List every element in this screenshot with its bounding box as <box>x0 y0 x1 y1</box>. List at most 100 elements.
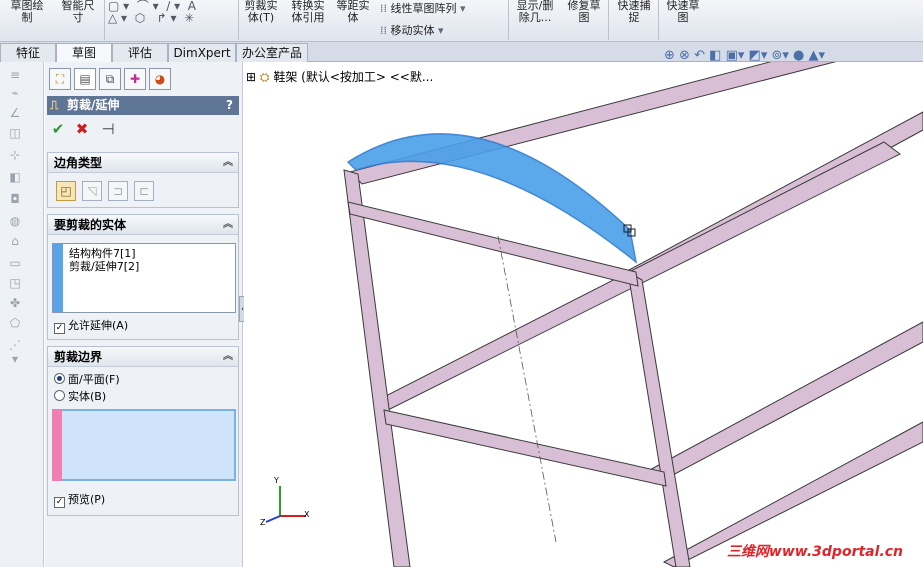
end-trim-button[interactable]: ◰ <box>56 181 76 201</box>
feature-manager-tab-icon[interactable]: ⛶ <box>49 68 71 90</box>
list-item[interactable]: 结构构件7[1] <box>69 247 136 260</box>
hide-show-icon[interactable]: ⊚▾ <box>771 48 788 63</box>
linear-pattern-icon: ⁞⁞ <box>380 2 391 15</box>
sketch-tool-icon[interactable]: ◳ <box>8 276 22 290</box>
dropdown-icon: ▾ <box>456 2 466 15</box>
sketch-tool-icon[interactable]: ◍ <box>8 214 22 228</box>
collapse-chevron-icon[interactable]: ︽ <box>223 347 233 367</box>
rapid-sketch-button[interactable]: 快速草 图 <box>662 0 704 24</box>
tab-features-label: 特征 <box>15 46 40 60</box>
tab-evaluate[interactable]: 评估 <box>112 43 168 62</box>
convert-entities-label: 转换实 体引用 <box>291 0 325 24</box>
appearance-icon[interactable]: ● <box>793 48 804 63</box>
bodies-to-trim-group: 要剪裁的实体 ︽ 结构构件7[1] 剪裁/延伸7[2] ✓ 允许延伸(A) <box>47 214 239 340</box>
sketch-tool-icon[interactable]: ≡ <box>8 68 22 82</box>
display-style-icon[interactable]: ◩▾ <box>749 48 768 63</box>
sketch-tool-icon[interactable]: ✤ <box>8 296 22 310</box>
ok-button[interactable]: ✔ <box>49 120 67 138</box>
sketch-tool-icon[interactable]: ⊹ <box>8 148 22 162</box>
corner-type-heading: 边角类型 <box>54 156 103 170</box>
sketch-tools-icons[interactable]: ▢ ▾ ⌒ ▾ ∕ ▾ A △ ▾ ⬡ ↱ ▾ ✳ <box>108 0 238 24</box>
end-butt1-button[interactable]: ⊐ <box>108 181 128 201</box>
checkbox-box[interactable]: ✓ <box>54 497 65 508</box>
command-manager-ribbon: 草图绘 制 智能尺 寸 ▢ ▾ ⌒ ▾ ∕ ▾ A △ ▾ ⬡ ↱ ▾ ✳ 剪裁… <box>0 0 923 42</box>
trim-label: 剪裁实 体(T) <box>244 0 278 24</box>
move-entities-button[interactable]: ⁞⁞ 移动实体 ▾ <box>380 22 444 38</box>
smart-dimension-button[interactable]: 智能尺 寸 <box>56 0 100 24</box>
model-view[interactable] <box>244 62 923 567</box>
tab-evaluate-label: 评估 <box>127 46 152 60</box>
sketch-button[interactable]: 草图绘 制 <box>8 0 46 24</box>
face-plane-radio[interactable]: 面/平面(F) <box>54 373 120 387</box>
radio-button[interactable] <box>54 373 65 384</box>
expand-icon[interactable]: ⊞ <box>246 70 256 84</box>
body-radio[interactable]: 实体(B) <box>54 390 106 404</box>
sketch-tool-icon[interactable]: ▭ <box>8 256 22 270</box>
front-left-post <box>343 169 411 567</box>
trim-boundary-header[interactable]: 剪裁边界 ︽ <box>48 347 238 367</box>
repair-sketch-button[interactable]: 修复草 图 <box>562 0 606 24</box>
trim-boundary-heading: 剪裁边界 <box>54 350 103 364</box>
sketch-tool-icon[interactable]: ∠ <box>8 106 22 120</box>
polygon-icon[interactable]: △ ▾ ⬡ ↱ ▾ ✳ <box>108 12 238 24</box>
more-tools-icon[interactable]: ⋰ ▾ <box>8 338 22 366</box>
display-manager-tab-icon[interactable]: ◕ <box>149 68 171 90</box>
scene-icon[interactable]: ▲▾ <box>809 48 826 63</box>
help-icon[interactable]: ? <box>226 96 233 115</box>
body-label: 实体(B) <box>68 390 107 403</box>
bodies-to-trim-header[interactable]: 要剪裁的实体 ︽ <box>48 215 238 235</box>
allow-extension-checkbox[interactable]: ✓ 允许延伸(A) <box>54 319 129 334</box>
tab-features[interactable]: 特征 <box>0 43 56 62</box>
feature-tree-root[interactable]: ⊞ ⛭ 鞋架 (默认<按加工> <<默... <box>246 68 433 85</box>
front-mid-cross <box>383 409 667 487</box>
preview-checkbox[interactable]: ✓ 预览(P) <box>54 493 105 508</box>
checkbox-box[interactable]: ✓ <box>54 323 65 334</box>
sketch-tool-icon[interactable]: ⌁ <box>8 86 22 100</box>
corner-type-header[interactable]: 边角类型 ︽ <box>48 153 238 173</box>
boundary-selection-box[interactable] <box>52 409 236 481</box>
view-orientation-icon[interactable]: ▣▾ <box>726 48 745 63</box>
move-entities-label: 移动实体 <box>390 24 435 37</box>
watermark-text: 三维网www.3dportal.cn <box>726 544 903 560</box>
dimxpert-manager-tab-icon[interactable]: ✚ <box>124 68 146 90</box>
face-plane-label: 面/平面(F) <box>68 373 120 386</box>
triad-z-label: Z <box>260 518 266 527</box>
zoom-to-fit-icon[interactable]: ⊕ <box>664 48 675 63</box>
triad-y-label: Y <box>274 476 279 485</box>
property-manager-tab-icon[interactable]: ▤ <box>74 68 96 90</box>
cancel-button[interactable]: ✖ <box>73 120 91 138</box>
section-view-icon[interactable]: ◧ <box>709 48 721 63</box>
sketch-tool-icon[interactable]: ⬠ <box>8 316 22 330</box>
tab-dimxpert[interactable]: DimXpert <box>168 43 236 62</box>
zoom-to-area-icon[interactable]: ⊗ <box>679 48 690 63</box>
graphics-area[interactable]: ⊞ ⛭ 鞋架 (默认<按加工> <<默... ⊕ ⊗ ↶ ◧ ▣▾ ◩▾ ⊚▾ … <box>244 48 923 567</box>
sketch-tool-icon[interactable]: ⌂ <box>8 234 22 248</box>
sketch-tool-icon[interactable]: ◘ <box>8 192 22 206</box>
collapse-chevron-icon[interactable]: ︽ <box>223 215 233 235</box>
end-butt2-button[interactable]: ⊏ <box>134 181 154 201</box>
allow-extension-label: 允许延伸(A) <box>68 319 129 332</box>
bodies-to-trim-list[interactable]: 结构构件7[1] 剪裁/延伸7[2] <box>52 243 236 313</box>
trim-button[interactable]: 剪裁实 体(T) <box>240 0 282 24</box>
configuration-manager-tab-icon[interactable]: ⧉ <box>99 68 121 90</box>
bodies-to-trim-heading: 要剪裁的实体 <box>54 218 127 232</box>
tab-office-products[interactable]: 办公室产品 <box>236 43 308 62</box>
tab-sketch[interactable]: 草图 <box>56 43 112 63</box>
end-miter-button[interactable]: ◹ <box>82 181 102 201</box>
list-item[interactable]: 剪裁/延伸7[2] <box>69 260 139 273</box>
pushpin-button[interactable]: ⊣ <box>99 120 117 138</box>
dropdown-icon: ▾ <box>434 24 444 37</box>
offset-entities-button[interactable]: 等距实 体 <box>332 0 374 24</box>
convert-entities-button[interactable]: 转换实 体引用 <box>286 0 330 24</box>
collapse-chevron-icon[interactable]: ︽ <box>223 153 233 173</box>
previous-view-icon[interactable]: ↶ <box>694 48 705 63</box>
display-delete-relations-button[interactable]: 显示/删 除几... <box>512 0 558 24</box>
sketch-tool-icon[interactable]: ◫ <box>8 126 22 140</box>
sketch-tool-icon[interactable]: ◧ <box>8 170 22 184</box>
linear-pattern-button[interactable]: ⁞⁞ 线性草图阵列 ▾ <box>380 0 466 16</box>
reference-triad: Y X Z <box>260 476 312 527</box>
manager-tabs: ⛶ ▤ ⧉ ✚ ◕ <box>45 68 243 92</box>
part-name: 鞋架 (默认<按加工> <<默... <box>273 70 434 84</box>
quick-snaps-button[interactable]: 快速捕 捉 <box>612 0 656 24</box>
radio-button[interactable] <box>54 390 65 401</box>
